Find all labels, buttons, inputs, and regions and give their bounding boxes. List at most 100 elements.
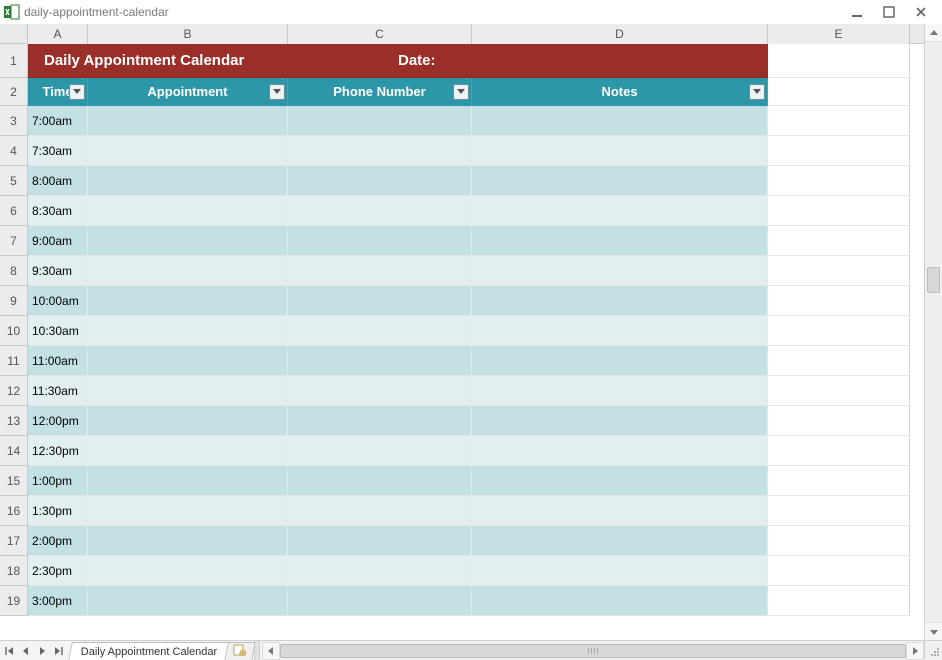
cell-D18[interactable]	[472, 556, 768, 586]
cell-B4[interactable]	[88, 136, 288, 166]
sheet-tab-active[interactable]: Daily Appointment Calendar	[68, 642, 230, 660]
cell-D3[interactable]	[472, 106, 768, 136]
filter-button-appointment[interactable]	[269, 84, 285, 100]
cell-D5[interactable]	[472, 166, 768, 196]
cell-A11[interactable]: 11:00am	[28, 346, 88, 376]
cell-A16[interactable]: 1:30pm	[28, 496, 88, 526]
row-header-2[interactable]: 2	[0, 78, 28, 106]
scroll-down-button[interactable]	[925, 622, 942, 640]
vertical-scroll-track[interactable]	[925, 42, 942, 622]
cell-E14[interactable]	[768, 436, 910, 466]
cell-B17[interactable]	[88, 526, 288, 556]
cell-D6[interactable]	[472, 196, 768, 226]
cell-B14[interactable]	[88, 436, 288, 466]
row-header-4[interactable]: 4	[0, 136, 28, 166]
filter-button-time[interactable]	[69, 84, 85, 100]
column-header-E[interactable]: E	[768, 24, 910, 44]
cell-A17[interactable]: 2:00pm	[28, 526, 88, 556]
cell-B9[interactable]	[88, 286, 288, 316]
cell-B15[interactable]	[88, 466, 288, 496]
cell-E3[interactable]	[768, 106, 910, 136]
column-header-D[interactable]: D	[472, 24, 768, 44]
cell-D16[interactable]	[472, 496, 768, 526]
cell-C15[interactable]	[288, 466, 472, 496]
scroll-right-button[interactable]	[906, 642, 924, 660]
row-header-7[interactable]: 7	[0, 226, 28, 256]
cell-E1[interactable]	[768, 44, 910, 78]
cell-C7[interactable]	[288, 226, 472, 256]
column-header-C[interactable]: C	[288, 24, 472, 44]
cell-E5[interactable]	[768, 166, 910, 196]
cell-B18[interactable]	[88, 556, 288, 586]
cell-C14[interactable]	[288, 436, 472, 466]
row-header-11[interactable]: 11	[0, 346, 28, 376]
scroll-up-button[interactable]	[925, 24, 942, 42]
cell-B7[interactable]	[88, 226, 288, 256]
cell-A5[interactable]: 8:00am	[28, 166, 88, 196]
horizontal-scroll-thumb[interactable]	[280, 644, 906, 658]
new-sheet-tab[interactable]	[224, 642, 256, 660]
cell-D12[interactable]	[472, 376, 768, 406]
cell-C19[interactable]	[288, 586, 472, 616]
cell-D10[interactable]	[472, 316, 768, 346]
cell-E19[interactable]	[768, 586, 910, 616]
cell-A9[interactable]: 10:00am	[28, 286, 88, 316]
select-all-corner[interactable]	[0, 24, 28, 44]
banner[interactable]: Daily Appointment Calendar Date:	[28, 44, 768, 78]
row-header-9[interactable]: 9	[0, 286, 28, 316]
cell-A18[interactable]: 2:30pm	[28, 556, 88, 586]
row-header-12[interactable]: 12	[0, 376, 28, 406]
row-header-16[interactable]: 16	[0, 496, 28, 526]
cell-E12[interactable]	[768, 376, 910, 406]
cell-B12[interactable]	[88, 376, 288, 406]
cell-E9[interactable]	[768, 286, 910, 316]
tab-first-button[interactable]	[2, 642, 18, 660]
cell-D9[interactable]	[472, 286, 768, 316]
cell-D7[interactable]	[472, 226, 768, 256]
cell-B6[interactable]	[88, 196, 288, 226]
minimize-button[interactable]	[848, 4, 866, 20]
cell-E11[interactable]	[768, 346, 910, 376]
scroll-left-button[interactable]	[262, 642, 280, 660]
cell-E17[interactable]	[768, 526, 910, 556]
cell-E2[interactable]	[768, 78, 910, 106]
cell-E10[interactable]	[768, 316, 910, 346]
cell-A15[interactable]: 1:00pm	[28, 466, 88, 496]
row-header-3[interactable]: 3	[0, 106, 28, 136]
horizontal-scroll-track[interactable]	[280, 642, 906, 660]
cell-B13[interactable]	[88, 406, 288, 436]
cell-A14[interactable]: 12:30pm	[28, 436, 88, 466]
cell-C10[interactable]	[288, 316, 472, 346]
cell-E8[interactable]	[768, 256, 910, 286]
cell-E16[interactable]	[768, 496, 910, 526]
cell-E4[interactable]	[768, 136, 910, 166]
row-header-1[interactable]: 1	[0, 44, 28, 78]
tab-last-button[interactable]	[50, 642, 66, 660]
vertical-scrollbar[interactable]	[924, 24, 942, 640]
row-header-8[interactable]: 8	[0, 256, 28, 286]
header-time[interactable]: Time	[28, 78, 88, 106]
cell-C13[interactable]	[288, 406, 472, 436]
cell-D17[interactable]	[472, 526, 768, 556]
row-header-15[interactable]: 15	[0, 466, 28, 496]
cell-B5[interactable]	[88, 166, 288, 196]
cell-E15[interactable]	[768, 466, 910, 496]
cell-B10[interactable]	[88, 316, 288, 346]
horizontal-scrollbar[interactable]	[262, 641, 924, 660]
cell-A4[interactable]: 7:30am	[28, 136, 88, 166]
row-header-10[interactable]: 10	[0, 316, 28, 346]
header-appointment[interactable]: Appointment	[88, 78, 288, 106]
cell-A10[interactable]: 10:30am	[28, 316, 88, 346]
row-header-17[interactable]: 17	[0, 526, 28, 556]
row-header-14[interactable]: 14	[0, 436, 28, 466]
cell-D14[interactable]	[472, 436, 768, 466]
cell-C4[interactable]	[288, 136, 472, 166]
cell-A7[interactable]: 9:00am	[28, 226, 88, 256]
cell-E6[interactable]	[768, 196, 910, 226]
cell-E7[interactable]	[768, 226, 910, 256]
cell-B3[interactable]	[88, 106, 288, 136]
row-header-5[interactable]: 5	[0, 166, 28, 196]
cell-C11[interactable]	[288, 346, 472, 376]
cell-D11[interactable]	[472, 346, 768, 376]
cell-C6[interactable]	[288, 196, 472, 226]
